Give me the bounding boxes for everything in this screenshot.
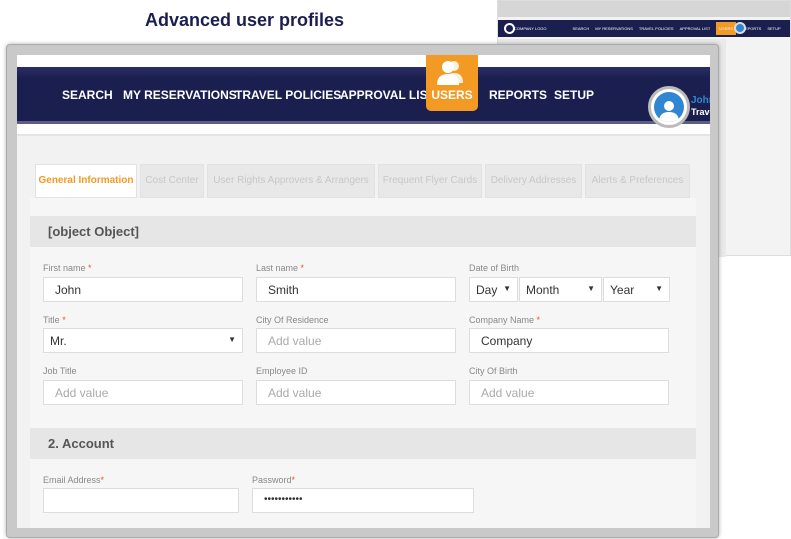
job-title-input[interactable]: Add value [43, 380, 243, 405]
preview-titlebar [498, 1, 790, 17]
content-area: General Information Cost Center User Rig… [17, 134, 710, 528]
nav-travel-policies[interactable]: TRAVEL POLICIES [235, 88, 341, 102]
tab-alerts-preferences[interactable]: Alerts & Preferences [585, 164, 690, 198]
preview-nav-item: SETUP [767, 26, 781, 31]
page-headline: Advanced user profiles [145, 10, 345, 30]
nav-approval-list[interactable]: APPROVAL LIST [340, 88, 435, 102]
user-silhouette-icon [654, 92, 684, 122]
section-account: 2. Account [30, 428, 696, 459]
preview-nav-item: MY RESERVATIONS [595, 26, 633, 31]
screenshot-frame: SEARCH MY RESERVATIONS TRAVEL POLICIES A… [6, 44, 719, 538]
first-name-label: First name * [43, 263, 92, 273]
title-select[interactable]: Mr. ▼ [43, 328, 243, 353]
preview-nav-item: SEARCH [572, 26, 590, 31]
chevron-down-icon: ▼ [587, 284, 595, 293]
tab-general-information[interactable]: General Information [35, 164, 137, 198]
job-title-label: Job Title [43, 366, 77, 376]
tab-cost-center[interactable]: Cost Center [140, 164, 204, 198]
last-name-input[interactable]: Smith [256, 277, 456, 302]
nav-my-reservations[interactable]: MY RESERVATIONS [123, 88, 237, 102]
nav-users[interactable]: USERS [426, 55, 478, 111]
preview-nav-item: TRAVEL POLICIES [638, 26, 674, 31]
city-birth-label: City Of Birth [469, 366, 518, 376]
first-name-input[interactable]: John [43, 277, 243, 302]
company-label: Company Name * [469, 315, 541, 325]
section-personal-info: [object Object] [30, 216, 696, 247]
password-input[interactable]: ••••••••••• [252, 488, 474, 513]
nav-reports[interactable]: REPORTS [489, 88, 547, 102]
password-label: Password* [252, 475, 296, 485]
dob-label: Date of Birth [469, 263, 520, 273]
employee-id-label: Employee ID [256, 366, 308, 376]
preview-logo-text: COMPANY LOGO [514, 26, 547, 31]
preview-avatar [734, 22, 746, 34]
chevron-down-icon: ▼ [655, 284, 663, 293]
preview-nav-item: APPROVAL LIST [679, 26, 711, 31]
city-residence-label: City Of Residence [256, 315, 329, 325]
dob-year-select[interactable]: Year ▼ [603, 277, 670, 302]
user-avatar[interactable] [648, 86, 690, 128]
nav-search[interactable]: SEARCH [62, 88, 113, 102]
city-residence-input[interactable]: Add value [256, 328, 456, 353]
last-name-label: Last name * [256, 263, 305, 273]
nav-setup[interactable]: SETUP [554, 88, 594, 102]
preview-nav: COMPANY LOGO SEARCH MY RESERVATIONS TRAV… [498, 20, 790, 37]
tab-delivery-addresses[interactable]: Delivery Addresses [485, 164, 582, 198]
users-icon [437, 61, 463, 85]
chevron-down-icon: ▼ [503, 284, 511, 293]
user-name: John [691, 95, 710, 106]
dob-day-select[interactable]: Day ▼ [469, 277, 518, 302]
company-input[interactable]: Company [469, 328, 669, 353]
chevron-down-icon: ▼ [228, 335, 236, 344]
title-label: Title * [43, 315, 66, 325]
email-input[interactable] [43, 488, 239, 513]
tab-user-rights[interactable]: User Rights Approvers & Arrangers [207, 164, 375, 198]
main-nav: SEARCH MY RESERVATIONS TRAVEL POLICIES A… [17, 67, 710, 128]
dob-month-select[interactable]: Month ▼ [519, 277, 602, 302]
app-screen: SEARCH MY RESERVATIONS TRAVEL POLICIES A… [17, 55, 710, 528]
city-birth-input[interactable]: Add value [469, 380, 669, 405]
employee-id-input[interactable]: Add value [256, 380, 456, 405]
preview-logo-icon [504, 23, 515, 34]
email-label: Email Address* [43, 475, 105, 485]
nav-users-label: USERS [431, 88, 473, 102]
form-panel: [object Object] First name * John Last n… [30, 198, 696, 528]
user-role: Travel [691, 107, 710, 117]
tab-frequent-flyer[interactable]: Frequent Flyer Cards [378, 164, 482, 198]
